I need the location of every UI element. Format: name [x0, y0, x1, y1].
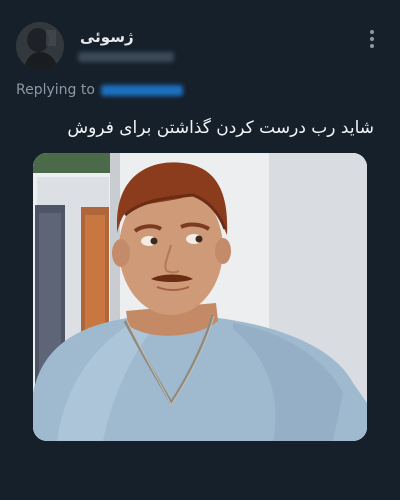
user-handle-blurred — [78, 52, 174, 62]
tweet-card: ژسوئی Replying to شاید رب درست کردن گذاش… — [0, 0, 400, 500]
display-name[interactable]: ژسوئی — [80, 28, 134, 46]
reply-handle-link-blurred[interactable] — [100, 84, 183, 96]
avatar-image — [16, 22, 64, 70]
meme-photo — [33, 153, 367, 441]
reply-context: Replying to — [16, 82, 183, 98]
more-options-button[interactable] — [362, 28, 382, 50]
tweet-text: شاید رب درست کردن گذاشتن برای فروش — [67, 118, 374, 138]
reply-label: Replying to — [16, 82, 95, 98]
tweet-media-image[interactable] — [33, 153, 367, 441]
avatar[interactable] — [16, 22, 64, 70]
more-vertical-icon — [370, 30, 374, 34]
